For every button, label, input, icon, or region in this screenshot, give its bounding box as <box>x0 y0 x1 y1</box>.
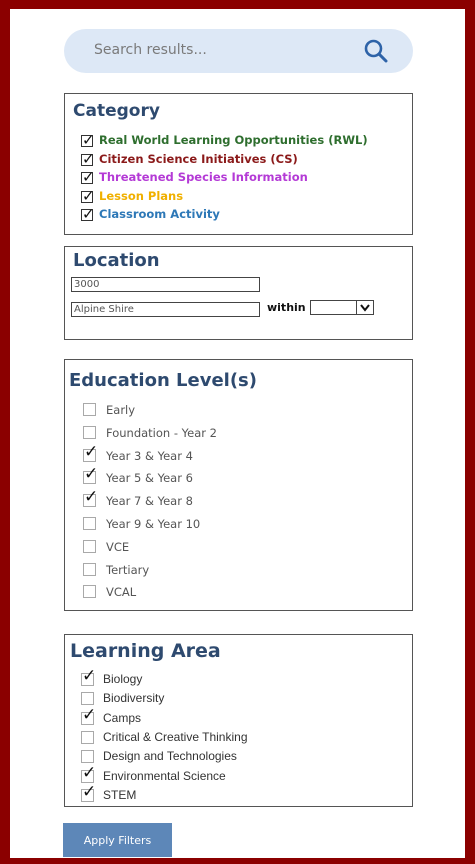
within-label: within <box>267 301 306 314</box>
location-panel: Location 3000 Alpine Shire within <box>64 246 413 340</box>
checkmark-icon: ✓ <box>82 186 95 205</box>
education-level-label: Early <box>106 403 136 417</box>
education-level-label: Tertiary <box>106 562 150 577</box>
category-checkbox[interactable]: ✓ <box>81 168 95 186</box>
education-level-checkbox[interactable] <box>83 539 96 553</box>
checkmark-icon: ✓ <box>84 464 99 485</box>
checkmark-icon: ✓ <box>82 781 97 802</box>
category-label: Citizen Science Initiatives (CS) <box>99 151 298 166</box>
category-checkbox[interactable]: ✓ <box>81 131 95 149</box>
education-level-checkbox[interactable]: ✓ <box>83 443 98 462</box>
category-checkbox[interactable]: ✓ <box>81 186 95 205</box>
education-level-label: VCE <box>106 539 130 554</box>
learning-area-title: Learning Area <box>70 640 221 662</box>
learning-area-label: STEM <box>103 787 137 802</box>
learning-area-label: Biodiversity <box>103 691 165 706</box>
learning-area-checkbox[interactable] <box>81 750 94 764</box>
category-label: Real World Learning Opportunities (RWL) <box>99 133 368 147</box>
shire-input[interactable]: Alpine Shire <box>71 302 260 317</box>
education-level-label: VCAL <box>106 585 137 600</box>
education-title: Education Level(s) <box>69 370 257 391</box>
search-bar[interactable]: Search results... <box>64 29 413 73</box>
learning-area-checkbox[interactable] <box>81 730 94 744</box>
learning-area-checkbox[interactable]: ✓ <box>81 783 96 802</box>
education-panel: Education Level(s) Early Foundation - Yea… <box>64 359 413 611</box>
category-checkbox[interactable]: ✓ <box>81 149 95 168</box>
search-icon[interactable] <box>363 38 389 64</box>
checkmark-icon: ✓ <box>82 149 95 168</box>
category-label: Threatened Species Information <box>99 170 308 184</box>
chevron-down-icon[interactable] <box>356 301 373 314</box>
learning-area-label: Critical & Creative Thinking <box>103 729 248 744</box>
checkmark-icon: ✓ <box>82 131 95 149</box>
education-level-label: Year 5 & Year 6 <box>106 471 193 486</box>
learning-area-label: Camps <box>103 710 142 725</box>
checkmark-icon: ✓ <box>84 441 99 462</box>
learning-area-checkbox[interactable]: ✓ <box>81 764 96 783</box>
category-title: Category <box>73 101 160 121</box>
education-level-checkbox[interactable] <box>83 562 96 576</box>
checkmark-icon: ✓ <box>82 205 95 223</box>
learning-area-checkbox[interactable] <box>81 692 94 706</box>
learning-area-label: Environmental Science <box>103 768 226 783</box>
category-checkbox[interactable]: ✓ <box>81 205 95 223</box>
category-label: Lesson Plans <box>99 188 184 203</box>
education-level-label: Year 9 & Year 10 <box>106 517 201 531</box>
checkmark-icon: ✓ <box>82 762 97 783</box>
category-panel: Category ✓ Real World Learning Opportunit… <box>64 93 413 235</box>
checkmark-icon: ✓ <box>82 168 95 186</box>
checkmark-icon: ✓ <box>82 666 97 686</box>
education-level-checkbox[interactable] <box>83 517 96 530</box>
within-select[interactable] <box>310 300 374 315</box>
postcode-input[interactable]: 3000 <box>71 277 260 292</box>
search-input[interactable]: Search results... <box>94 42 207 58</box>
learning-area-checkbox[interactable]: ✓ <box>81 706 96 725</box>
education-level-label: Foundation - Year 2 <box>106 425 217 440</box>
education-level-label: Year 3 & Year 4 <box>106 448 193 463</box>
apply-filters-button[interactable]: Apply Filters <box>63 823 172 857</box>
education-level-checkbox[interactable] <box>83 585 96 599</box>
education-level-checkbox[interactable]: ✓ <box>83 489 98 508</box>
checkmark-icon: ✓ <box>84 487 99 508</box>
checkmark-icon: ✓ <box>82 704 97 725</box>
location-title: Location <box>73 250 160 271</box>
learning-area-checkbox[interactable]: ✓ <box>81 668 96 686</box>
learning-area-label: Biology <box>103 672 143 686</box>
learning-area-panel: Learning Area ✓ Biology Biodiversity ✓ Camps… <box>64 634 413 807</box>
education-level-checkbox[interactable] <box>83 403 96 416</box>
category-label: Classroom Activity <box>99 207 220 221</box>
learning-area-label: Design and Technologies <box>103 749 237 764</box>
education-level-label: Year 7 & Year 8 <box>106 494 193 509</box>
education-level-checkbox[interactable] <box>83 425 96 439</box>
education-level-checkbox[interactable]: ✓ <box>83 466 98 485</box>
